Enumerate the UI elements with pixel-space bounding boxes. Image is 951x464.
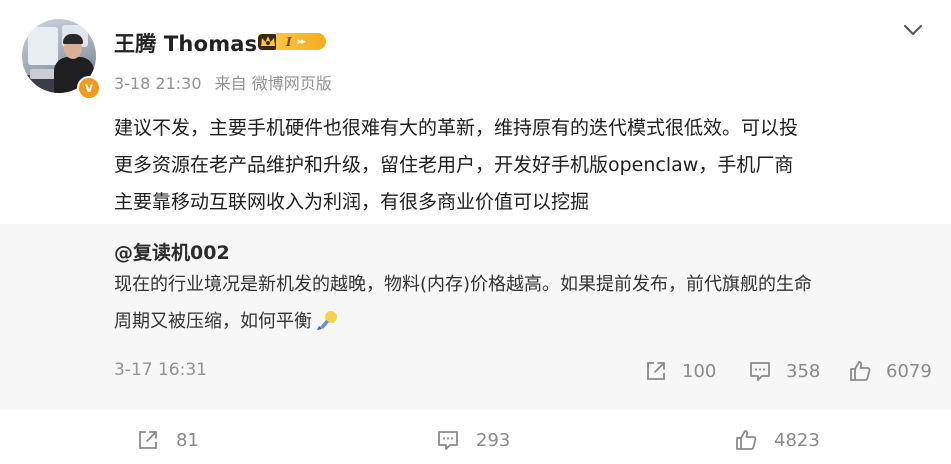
- post-text: 建议不发，主要手机硬件也很难有大的革新，维持原有的迭代模式很低效。可以投 更多资…: [114, 110, 934, 221]
- comment-count: 293: [476, 429, 511, 451]
- post-text-line: 更多资源在老产品维护和升级，留住老用户，开发好手机版openclaw，手机厂商: [114, 154, 794, 176]
- post-text-line: 主要靠移动互联网收入为利润，有很多商业价值可以挖掘: [114, 191, 590, 213]
- like-icon: [850, 361, 871, 381]
- repost-icon: [139, 431, 157, 449]
- author-name[interactable]: 王腾 Thomas: [114, 28, 257, 58]
- repost-count: 81: [176, 429, 199, 451]
- post-source: 来自 微博网页版: [214, 74, 332, 93]
- comment-icon: [438, 431, 458, 450]
- like-button[interactable]: 4823: [734, 428, 820, 452]
- comment-icon: [750, 362, 770, 381]
- repost-text-line: 周期又被压缩，如何平衡: [114, 303, 934, 340]
- repost-author[interactable]: @复读机002: [114, 238, 230, 265]
- repost-like-button[interactable]: 6079: [848, 359, 932, 383]
- repost-text-line: 现在的行业境况是新机发的越晚，物料(内存)价格越高。如果提前发布，前代旗舰的生命: [114, 274, 813, 295]
- repost-icon: [647, 362, 665, 380]
- verified-badge-icon: v: [77, 76, 101, 100]
- lightbulb-emoji-icon: [317, 311, 337, 330]
- like-icon: [736, 430, 757, 450]
- repost-share-button[interactable]: 100: [644, 359, 716, 383]
- avatar[interactable]: v: [22, 19, 101, 100]
- post-time[interactable]: 3-18 21:30: [114, 74, 202, 93]
- repost-comment-button[interactable]: 358: [748, 359, 820, 383]
- level-label: I ▸▸: [276, 33, 326, 50]
- chevron-down-icon[interactable]: [902, 22, 924, 38]
- level-badge[interactable]: I ▸▸: [257, 31, 326, 52]
- repost-text: 现在的行业境况是新机发的越晚，物料(内存)价格越高。如果提前发布，前代旗舰的生命…: [114, 266, 934, 340]
- comment-count: 358: [786, 360, 821, 382]
- repost-count: 100: [682, 360, 717, 382]
- post-text-line: 建议不发，主要手机硬件也很难有大的革新，维持原有的迭代模式很低效。可以投: [114, 117, 799, 139]
- comment-button[interactable]: 293: [436, 428, 510, 452]
- like-count: 4823: [774, 429, 820, 451]
- like-count: 6079: [886, 360, 932, 382]
- repost-time[interactable]: 3-17 16:31: [114, 360, 207, 380]
- reposted-card[interactable]: @复读机002 现在的行业境况是新机发的越晚，物料(内存)价格越高。如果提前发布…: [0, 224, 951, 410]
- post-meta: 3-18 21:30 来自 微博网页版: [114, 70, 340, 94]
- repost-button[interactable]: 81: [136, 428, 199, 452]
